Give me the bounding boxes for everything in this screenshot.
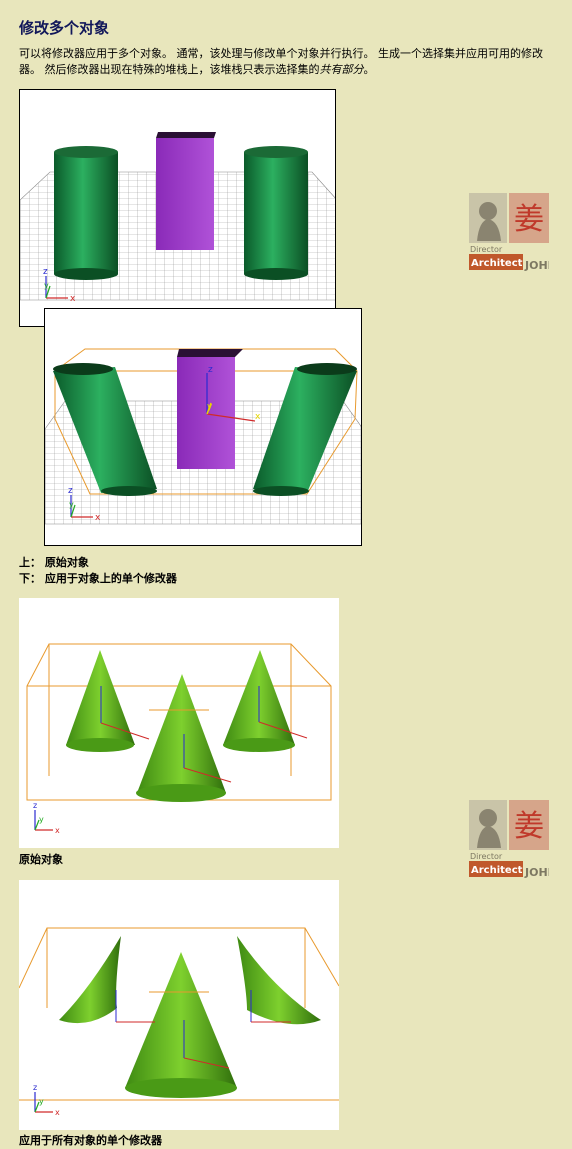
svg-text:JOHN: JOHN [524,866,549,879]
svg-text:x: x [95,513,101,523]
figure-modified-cylinders: z y x z x y [44,308,362,546]
axis-label-z: z [43,267,48,277]
cone-right-bent [237,936,321,1025]
svg-text:x: x [255,412,261,422]
figure-cones-original: z x y [19,598,339,848]
svg-text:z: z [208,365,213,375]
intro-emphasis: 共有部分 [319,63,364,76]
watermark-logo: 姜 Director Architect JOHN [469,193,549,273]
logo-director: Director [470,245,503,254]
axis-label-x: x [70,294,76,304]
watermark-logo: 姜 Director Architect JOHN [469,800,549,880]
page-title: 修改多个对象 [19,19,110,37]
logo-name: 姜 [514,202,544,237]
svg-text:y: y [69,500,74,509]
svg-text:z: z [33,1083,37,1092]
caption-bottom-line: 下： 应用于对象上的单个修改器 [19,572,177,585]
caption-cones-original: 原始对象 [19,853,63,866]
figure-original-cylinders: z x y [19,89,336,327]
caption-top: 上： 原始对象 下： 应用于对象上的单个修改器 [19,555,177,587]
cone-center [136,674,226,802]
svg-text:姜: 姜 [514,809,544,844]
svg-text:x: x [55,1108,60,1117]
svg-text:y: y [207,402,213,412]
svg-text:Director: Director [470,852,503,861]
axis-label-y: y [44,281,49,290]
box-center [156,132,216,250]
figure-cones-modified: z x y [19,880,339,1130]
caption-top-line: 上： 原始对象 [19,556,89,569]
svg-text:x: x [55,826,60,835]
cylinder-left [54,146,118,280]
caption-cones-modified: 应用于所有对象的单个修改器 [19,1134,162,1147]
logo-architect: Architect [471,258,523,269]
cylinder-right [244,146,308,280]
svg-text:y: y [39,815,44,824]
intro-paragraph: 可以将修改器应用于多个对象。 通常，该处理与修改单个对象并行执行。 生成一个选择… [19,46,564,78]
intro-end: 。 [363,63,375,76]
logo-john: JOHN [524,259,549,272]
svg-text:z: z [68,486,73,496]
svg-text:z: z [33,801,37,810]
svg-text:y: y [39,1097,44,1106]
intro-text: 可以将修改器应用于多个对象。 通常，该处理与修改单个对象并行执行。 生成一个选择… [19,47,543,76]
cone-left-bent [59,936,121,1024]
cone-center [125,952,237,1098]
svg-text:Architect: Architect [471,865,523,876]
axis-gizmo: z x y [33,801,60,835]
